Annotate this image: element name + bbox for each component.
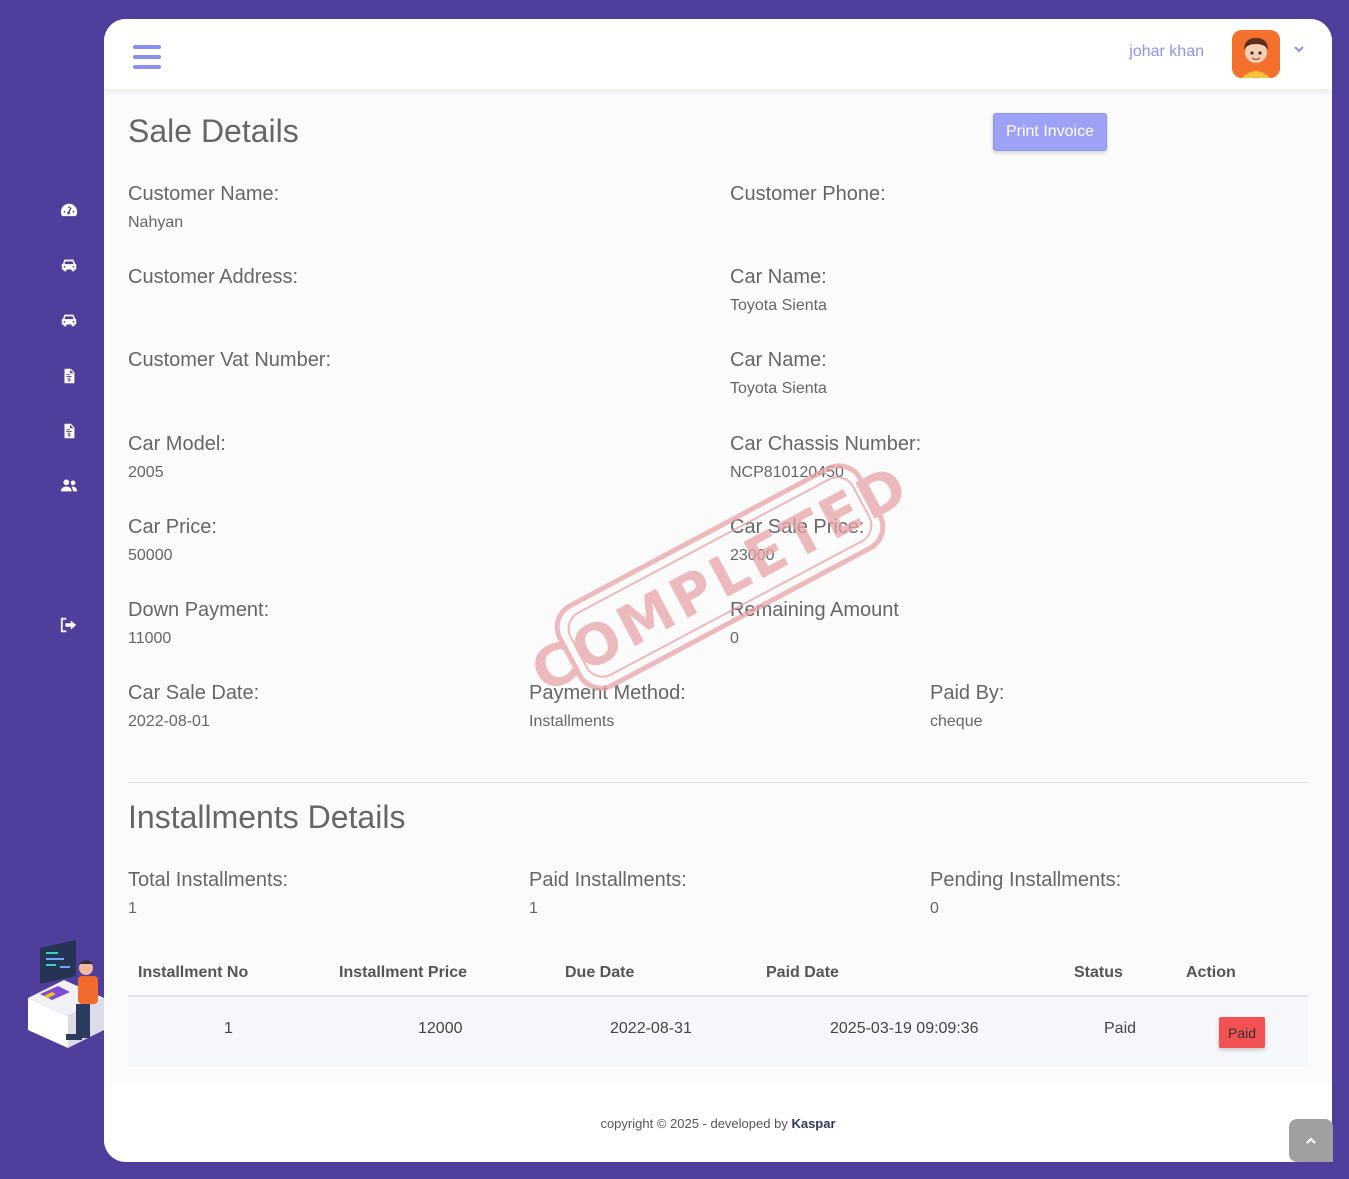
field-value: 2005 (128, 464, 164, 481)
customer-address-field: Customer Address: (128, 266, 298, 297)
field-label: Car Sale Price: (730, 516, 865, 538)
car-name-field-2: Car Name: Toyota Sienta (730, 349, 827, 398)
table-row: 1 12000 2022-08-31 2025-03-19 09:09:36 P… (128, 997, 1308, 1067)
users-icon[interactable] (58, 477, 80, 495)
field-value: Installments (529, 713, 615, 730)
field-label: Car Price: (128, 516, 217, 538)
field-value: cheque (930, 713, 983, 730)
pending-installments-field: Pending Installments: 0 (930, 869, 1121, 918)
copyright-text: copyright © 2025 - developed by (600, 1116, 788, 1131)
developer-illustration (28, 940, 104, 1048)
car-chassis-field: Car Chassis Number: NCP810120450 (730, 433, 921, 482)
remaining-amount-field: Remaining Amount 0 (730, 599, 899, 648)
chevron-down-icon[interactable] (1293, 43, 1305, 55)
field-label: Pending Installments: (930, 869, 1122, 891)
top-navbar: johar khan (104, 19, 1332, 89)
payment-method-field: Payment Method: Installments (529, 682, 686, 731)
car-model-field: Car Model: 2005 (128, 433, 226, 482)
field-value: 2022-08-01 (128, 713, 210, 730)
installments-title: Installments Details (128, 799, 406, 835)
customer-name-field: Customer Name: Nahyan (128, 183, 279, 232)
installments-table: Installment No Installment Price Due Dat… (128, 959, 1308, 1067)
paid-by-field: Paid By: cheque (930, 682, 1004, 731)
car-sale-price-field: Car Sale Price: 23000 (730, 516, 865, 565)
content-area: Sale Details Print Invoice Customer Name… (104, 89, 1332, 1084)
paid-button[interactable]: Paid (1219, 1017, 1265, 1048)
hamburger-menu-icon[interactable] (133, 45, 161, 69)
total-installments-field: Total Installments: 1 (128, 869, 288, 918)
field-value: 0 (930, 900, 939, 917)
column-header: Status (1074, 964, 1123, 981)
field-label: Remaining Amount (730, 599, 899, 621)
avatar[interactable] (1232, 30, 1280, 78)
field-value: 1 (128, 900, 137, 917)
car-icon[interactable] (58, 311, 80, 329)
field-label: Car Model: (128, 433, 226, 455)
field-value: Toyota Sienta (730, 297, 827, 314)
field-label: Customer Address: (128, 266, 299, 288)
due-date-cell: 2022-08-31 (610, 1020, 692, 1037)
field-label: Paid By: (930, 682, 1005, 704)
column-header: Action (1186, 964, 1236, 981)
car-name-field: Car Name: Toyota Sienta (730, 266, 827, 315)
paid-installments-field: Paid Installments: 1 (529, 869, 687, 918)
user-name[interactable]: johar khan (1129, 43, 1204, 61)
field-label: Car Chassis Number: (730, 433, 922, 455)
field-label: Car Name: (730, 349, 827, 371)
installment-no-cell: 1 (224, 1020, 233, 1037)
field-value: 1 (529, 900, 538, 917)
status-cell: Paid (1104, 1020, 1137, 1037)
field-value: Toyota Sienta (730, 380, 827, 397)
car-price-field: Car Price: 50000 (128, 516, 217, 565)
down-payment-field: Down Payment: 11000 (128, 599, 269, 648)
field-label: Customer Name: (128, 183, 280, 205)
field-value: NCP810120450 (730, 464, 844, 481)
customer-phone-field: Customer Phone: (730, 183, 886, 214)
field-label: Customer Vat Number: (128, 349, 332, 371)
sale-date-field: Car Sale Date: 2022-08-01 (128, 682, 259, 731)
field-label: Total Installments: (128, 869, 289, 891)
field-label: Payment Method: (529, 682, 686, 704)
field-label: Paid Installments: (529, 869, 687, 891)
scroll-to-top-button[interactable] (1289, 1119, 1333, 1162)
paid-date-cell: 2025-03-19 09:09:36 (830, 1020, 979, 1037)
column-header: Installment Price (339, 964, 468, 981)
column-header: Installment No (138, 964, 249, 981)
table-header: Installment No Installment Price Due Dat… (128, 959, 1308, 997)
chevron-up-icon (1306, 1136, 1316, 1144)
field-label: Car Name: (730, 266, 827, 288)
field-label: Down Payment: (128, 599, 270, 621)
field-label: Customer Phone: (730, 183, 886, 205)
page-title: Sale Details (128, 113, 299, 149)
field-value: 50000 (128, 547, 173, 564)
column-header: Paid Date (766, 964, 839, 981)
main-panel: johar khan Sale Details Print Invoice Cu… (104, 19, 1332, 1162)
footer: copyright © 2025 - developed by Kaspar (104, 1085, 1332, 1162)
customer-vat-field: Customer Vat Number: (128, 349, 331, 380)
field-value: 23000 (730, 547, 775, 564)
installment-price-cell: 12000 (418, 1020, 463, 1037)
field-value: Nahyan (128, 214, 184, 231)
logout-icon[interactable] (58, 616, 80, 634)
invoice-icon[interactable] (58, 422, 80, 440)
field-value: 0 (730, 630, 739, 647)
print-invoice-button[interactable]: Print Invoice (993, 113, 1107, 151)
field-value: 11000 (128, 630, 172, 647)
column-header: Due Date (565, 964, 635, 981)
field-label: Car Sale Date: (128, 682, 260, 704)
dashboard-icon[interactable] (58, 201, 80, 219)
section-divider (128, 782, 1308, 783)
developer-link[interactable]: Kaspar (791, 1116, 835, 1131)
car-icon[interactable] (58, 256, 80, 274)
footer-text: copyright © 2025 - developed by Kaspar (104, 1116, 1332, 1131)
invoice-icon[interactable] (58, 367, 80, 385)
